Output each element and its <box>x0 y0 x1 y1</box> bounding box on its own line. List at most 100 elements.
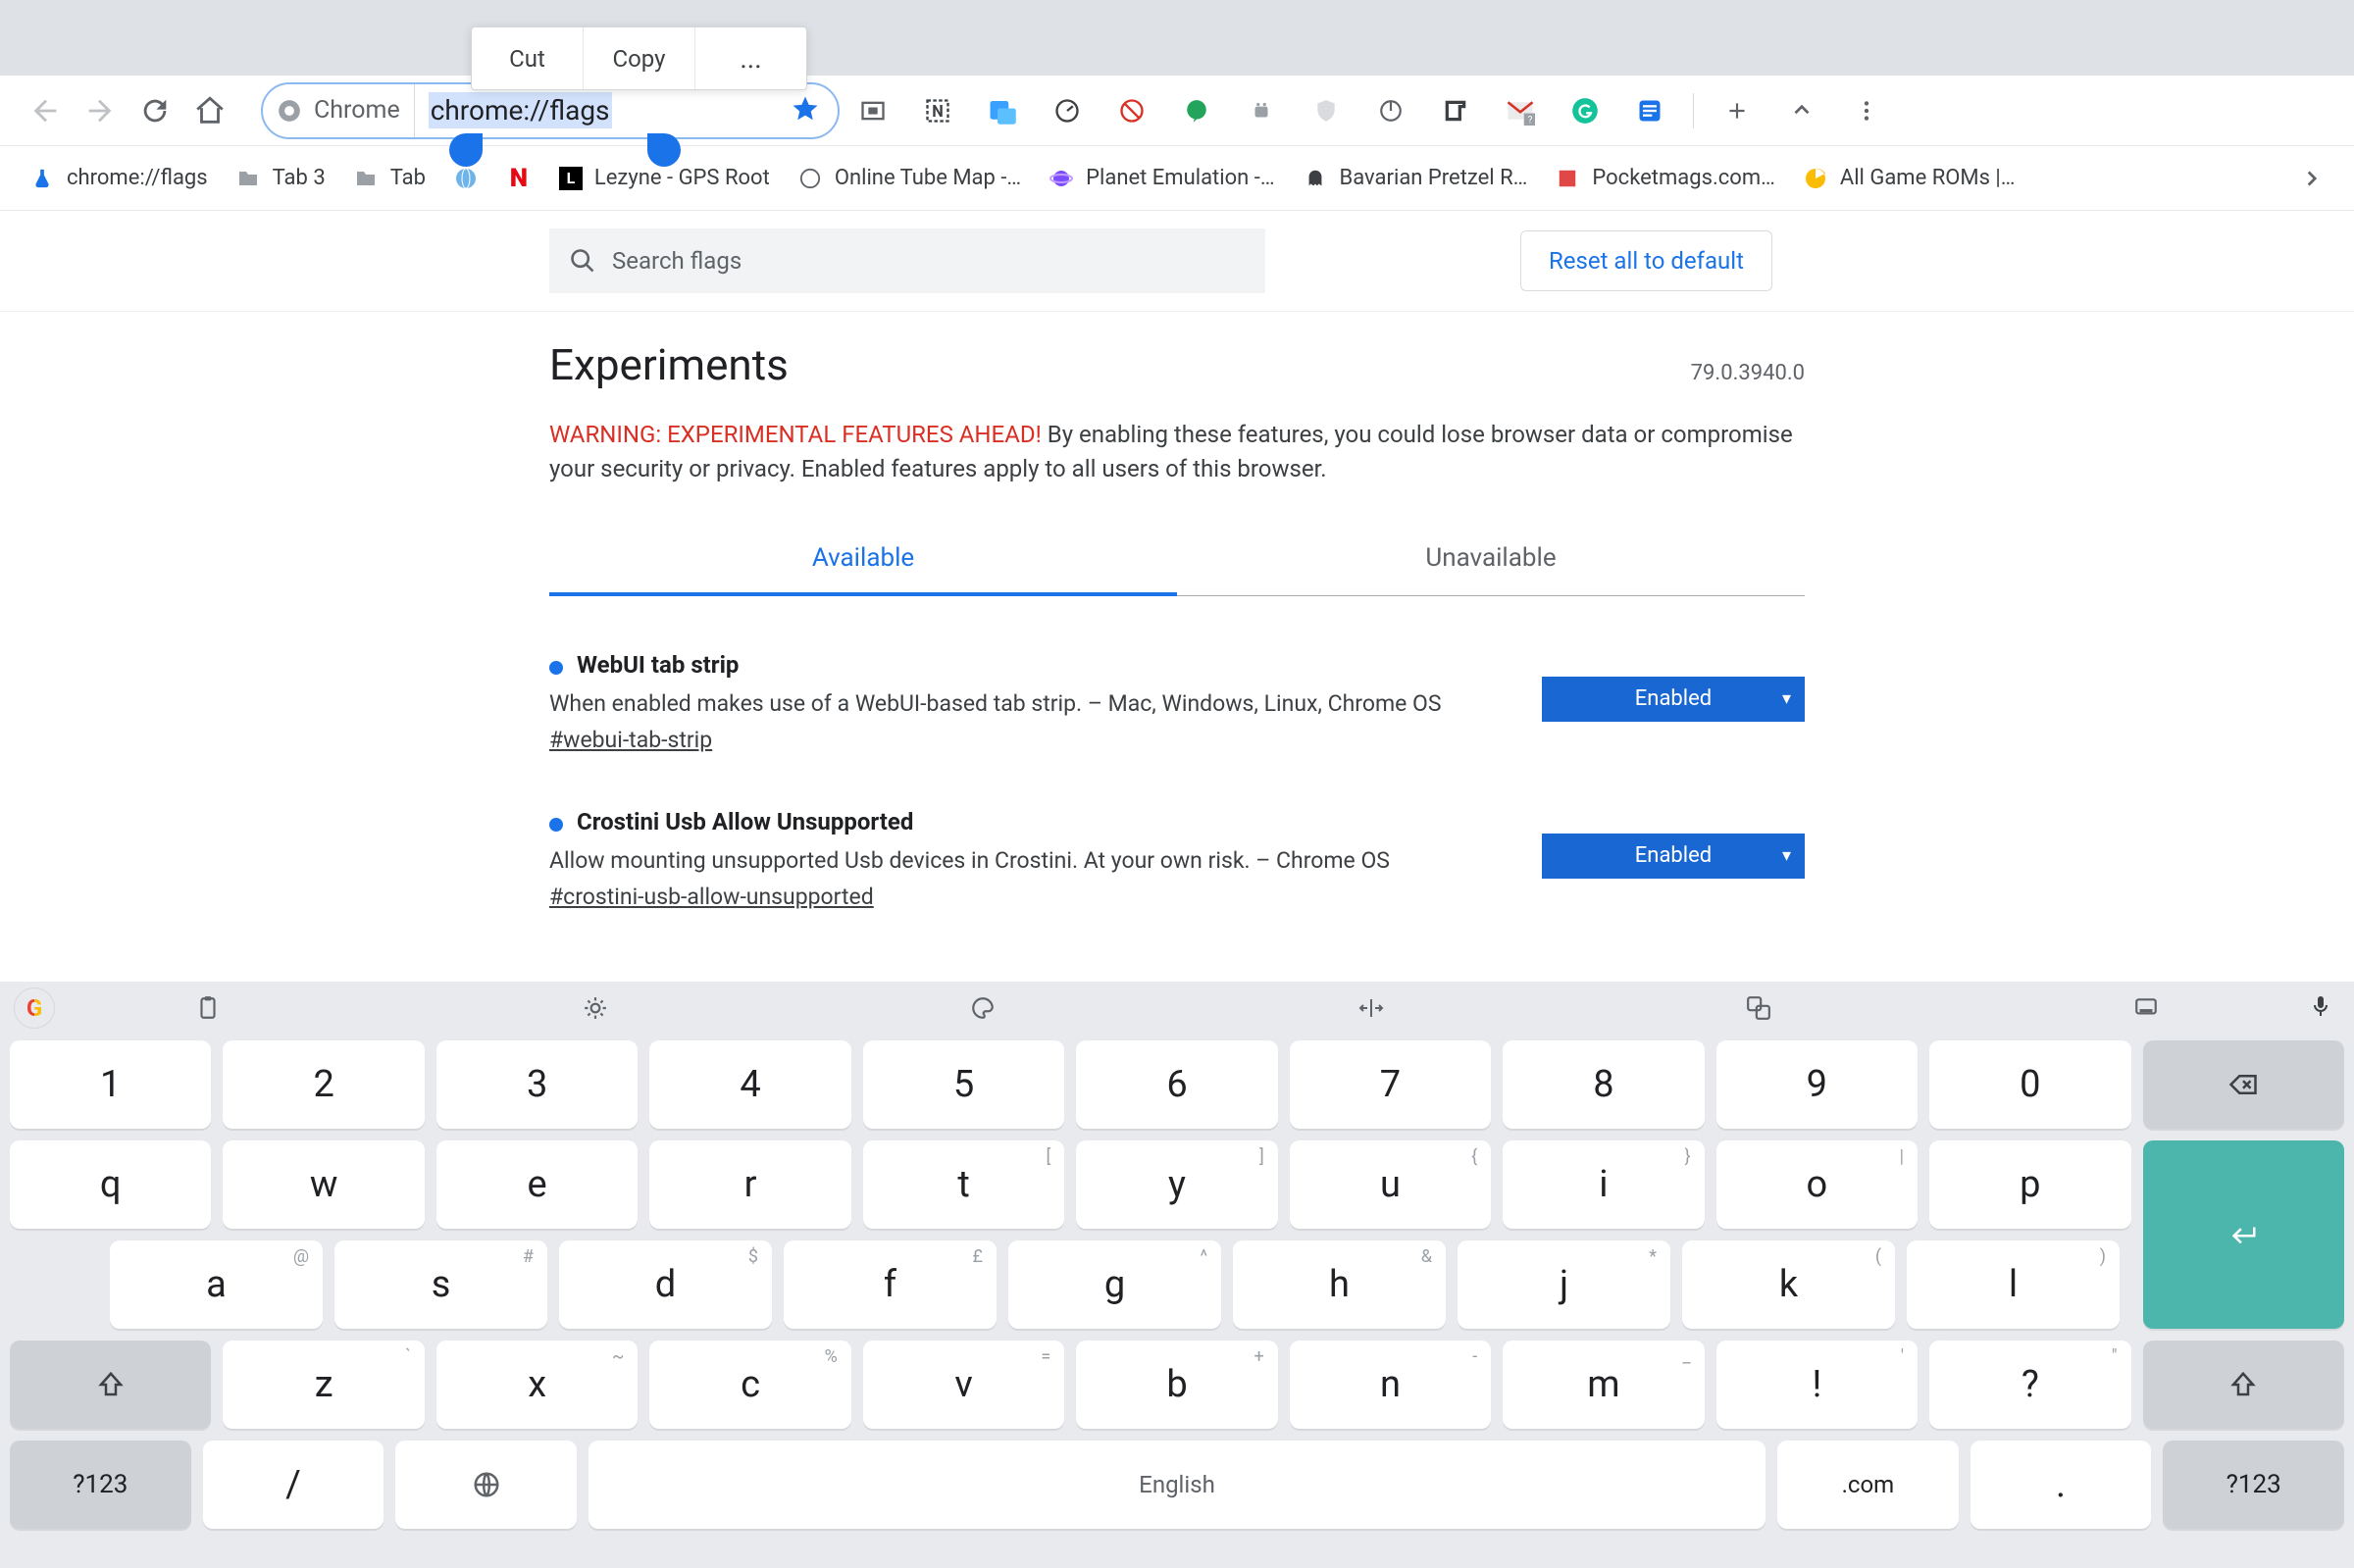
key-shift-left[interactable] <box>10 1340 211 1429</box>
flag-hash-link[interactable]: #webui-tab-strip <box>549 727 712 753</box>
new-tab-button[interactable] <box>1708 83 1766 138</box>
translate-icon[interactable] <box>1564 995 1952 1021</box>
key-e[interactable]: e <box>436 1140 638 1229</box>
key-5[interactable]: 5 <box>863 1040 1064 1129</box>
bookmark-item[interactable]: Planet Emulation -… <box>1049 166 1274 191</box>
key-k[interactable]: k( <box>1682 1240 1895 1329</box>
key-u[interactable]: u{ <box>1290 1140 1491 1229</box>
flag-hash-link[interactable]: #crostini-usb-allow-unsupported <box>549 884 874 910</box>
browser-menu-button[interactable] <box>1837 83 1896 138</box>
palette-icon[interactable] <box>790 995 1177 1021</box>
back-button[interactable] <box>18 83 73 138</box>
bookmark-item[interactable]: Bavarian Pretzel R… <box>1303 166 1528 191</box>
key-3[interactable]: 3 <box>436 1040 638 1129</box>
omnibox[interactable]: Chrome chrome://flags <box>261 82 840 139</box>
bookmark-item[interactable]: Pocketmags.com… <box>1555 166 1774 191</box>
context-copy[interactable]: Copy <box>584 27 695 89</box>
key-v[interactable]: v= <box>863 1340 1064 1429</box>
gear-icon[interactable] <box>401 995 789 1021</box>
ext-power-icon[interactable] <box>1361 83 1420 138</box>
key-i[interactable]: i} <box>1503 1140 1704 1229</box>
key-q[interactable]: q <box>10 1140 211 1229</box>
key-c[interactable]: c% <box>649 1340 850 1429</box>
bookmark-overflow-button[interactable] <box>2299 166 2325 191</box>
key-backspace[interactable] <box>2143 1040 2344 1129</box>
ext-n-icon[interactable]: N <box>908 83 967 138</box>
key-symbols-left[interactable]: ?123 <box>10 1441 191 1529</box>
key-j[interactable]: j* <box>1458 1240 1670 1329</box>
key-question[interactable]: ?" <box>1929 1340 2130 1429</box>
clipboard-icon[interactable] <box>14 995 401 1021</box>
key-t[interactable]: t[ <box>863 1140 1064 1229</box>
key-p[interactable]: p <box>1929 1140 2130 1229</box>
key-b[interactable]: b+ <box>1076 1340 1277 1429</box>
key-4[interactable]: 4 <box>649 1040 850 1129</box>
bookmark-item[interactable]: Online Tube Map -… <box>797 166 1021 191</box>
dock-icon[interactable] <box>1953 995 2340 1021</box>
selection-handle-left[interactable] <box>449 133 483 167</box>
bookmark-item[interactable]: LLezyne - GPS Root <box>559 166 770 190</box>
key-m[interactable]: m_ <box>1503 1340 1704 1429</box>
home-button[interactable] <box>182 83 237 138</box>
key-o[interactable]: o| <box>1716 1140 1918 1229</box>
key-slash[interactable]: / <box>203 1441 384 1529</box>
forward-button[interactable] <box>73 83 128 138</box>
key-space[interactable]: English <box>588 1441 1766 1529</box>
bookmark-star-button[interactable] <box>791 94 820 127</box>
key-g[interactable]: g^ <box>1008 1240 1221 1329</box>
bookmark-item[interactable]: chrome://flags <box>29 166 208 191</box>
key-h[interactable]: h& <box>1233 1240 1446 1329</box>
tab-available[interactable]: Available <box>549 526 1177 596</box>
omnibox-url[interactable]: chrome://flags <box>429 92 612 128</box>
ext-android-icon[interactable] <box>1232 83 1291 138</box>
key-globe[interactable] <box>395 1441 577 1529</box>
key-7[interactable]: 7 <box>1290 1040 1491 1129</box>
bookmark-item[interactable]: All Game ROMs |… <box>1803 166 2016 191</box>
key-1[interactable]: 1 <box>10 1040 211 1129</box>
ext-gauge-icon[interactable] <box>1038 83 1097 138</box>
tab-switcher-button[interactable] <box>1772 83 1831 138</box>
key-9[interactable]: 9 <box>1716 1040 1918 1129</box>
ext-square-icon[interactable] <box>1426 83 1485 138</box>
ext-grammarly-icon[interactable] <box>1556 83 1614 138</box>
flag-state-select[interactable]: Enabled <box>1542 834 1805 879</box>
key-dotcom[interactable]: .com <box>1777 1441 1959 1529</box>
selection-handle-right[interactable] <box>647 133 681 167</box>
key-y[interactable]: y] <box>1076 1140 1277 1229</box>
ext-dict-icon[interactable] <box>1620 83 1679 138</box>
google-icon[interactable]: G <box>14 987 55 1029</box>
ext-noentry-icon[interactable] <box>1102 83 1161 138</box>
key-s[interactable]: s# <box>334 1240 547 1329</box>
key-symbols-right[interactable]: ?123 <box>2163 1441 2344 1529</box>
ext-blue1-icon[interactable] <box>973 83 1032 138</box>
mic-icon[interactable] <box>2309 991 2332 1025</box>
key-2[interactable]: 2 <box>223 1040 424 1129</box>
context-cut[interactable]: Cut <box>472 27 584 89</box>
ext-shield-icon[interactable] <box>1297 83 1356 138</box>
key-f[interactable]: f£ <box>784 1240 997 1329</box>
key-a[interactable]: a@ <box>110 1240 323 1329</box>
key-0[interactable]: 0 <box>1929 1040 2130 1129</box>
ext-gmail-icon[interactable]: ? <box>1491 83 1550 138</box>
flags-search-input[interactable]: Search flags <box>549 228 1265 293</box>
key-l[interactable]: l) <box>1907 1240 2120 1329</box>
bookmark-item[interactable]: Tab <box>353 166 426 191</box>
context-more[interactable]: ... <box>695 27 806 89</box>
key-shift-right[interactable] <box>2143 1340 2344 1429</box>
tab-unavailable[interactable]: Unavailable <box>1177 526 1805 595</box>
key-d[interactable]: d$ <box>559 1240 772 1329</box>
ext-greenbubble-icon[interactable] <box>1167 83 1226 138</box>
bookmark-item[interactable] <box>453 166 479 191</box>
key-dot[interactable]: . <box>1970 1441 2152 1529</box>
key-exclaim[interactable]: !' <box>1716 1340 1918 1429</box>
text-tool-icon[interactable] <box>1177 995 1564 1021</box>
key-enter[interactable] <box>2143 1140 2344 1329</box>
ext-cast-icon[interactable] <box>844 83 902 138</box>
key-x[interactable]: x~ <box>436 1340 638 1429</box>
key-w[interactable]: w <box>223 1140 424 1229</box>
bookmark-item[interactable]: Tab 3 <box>235 166 326 191</box>
key-8[interactable]: 8 <box>1503 1040 1704 1129</box>
key-r[interactable]: r <box>649 1140 850 1229</box>
flag-state-select[interactable]: Enabled <box>1542 677 1805 722</box>
reset-all-button[interactable]: Reset all to default <box>1520 230 1772 291</box>
